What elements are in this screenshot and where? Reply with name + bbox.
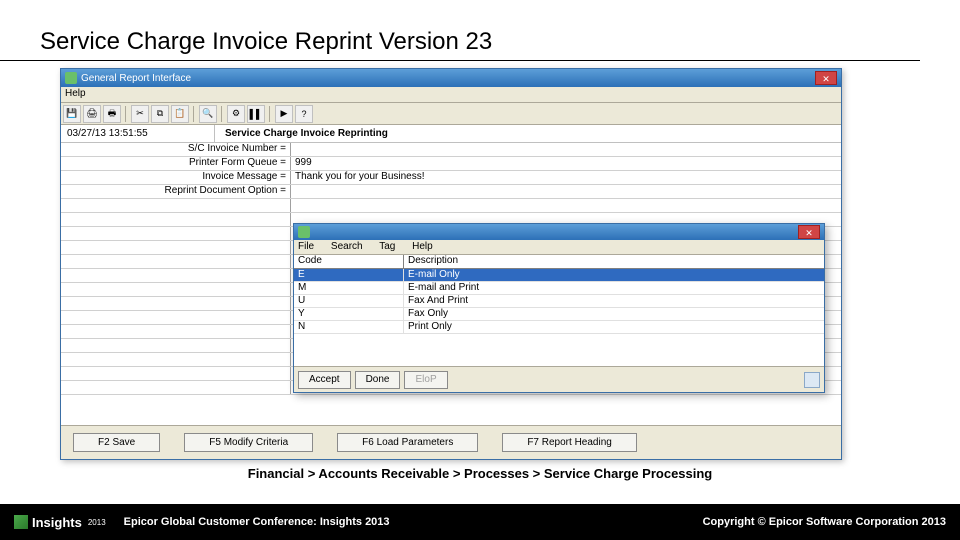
brand-year: 2013: [88, 518, 106, 527]
elop-button: EloP: [404, 371, 447, 389]
titlebar: General Report Interface ✕: [61, 69, 841, 87]
load-parameters-button[interactable]: F6 Load Parameters: [337, 433, 478, 452]
popup-menu-tag[interactable]: Tag: [379, 241, 395, 252]
form-row: S/C Invoice Number =: [61, 143, 841, 157]
cell-code: U: [294, 295, 404, 307]
separator: [125, 106, 127, 122]
info-row: 03/27/13 13:51:55 Service Charge Invoice…: [61, 125, 841, 143]
find-icon[interactable]: 🔍: [199, 105, 217, 123]
form-row: Printer Form Queue =999: [61, 157, 841, 171]
breadcrumb: Financial > Accounts Receivable > Proces…: [0, 466, 960, 481]
menu-help[interactable]: Help: [65, 88, 86, 99]
modify-criteria-button[interactable]: F5 Modify Criteria: [184, 433, 313, 452]
table-row[interactable]: NPrint Only: [294, 321, 824, 334]
table-row[interactable]: UFax And Print: [294, 295, 824, 308]
printer2-icon[interactable]: 🖶: [103, 105, 121, 123]
menubar: Help: [61, 87, 841, 103]
report-name: Service Charge Invoice Reprinting: [215, 128, 388, 139]
form-value[interactable]: 999: [291, 157, 841, 170]
timestamp: 03/27/13 13:51:55: [65, 125, 215, 142]
logo-icon: [14, 515, 28, 529]
form-label: Invoice Message =: [61, 171, 291, 184]
table-row[interactable]: EE-mail Only: [294, 269, 824, 282]
cell-description: Fax Only: [404, 308, 824, 320]
window-title: General Report Interface: [81, 73, 815, 84]
form-label: Printer Form Queue =: [61, 157, 291, 170]
save-button[interactable]: F2 Save: [73, 433, 160, 452]
done-button[interactable]: Done: [355, 371, 401, 389]
form-row: Reprint Document Option =: [61, 185, 841, 199]
brand-logo: Insights 2013: [14, 515, 106, 530]
popup-app-icon: [298, 226, 310, 238]
help-icon[interactable]: ?: [295, 105, 313, 123]
form-value[interactable]: [291, 185, 841, 198]
separator: [269, 106, 271, 122]
conference-text: Epicor Global Customer Conference: Insig…: [124, 516, 390, 528]
print-icon[interactable]: 🖨: [83, 105, 101, 123]
form-label: S/C Invoice Number =: [61, 143, 291, 156]
popup-menu-file[interactable]: File: [298, 241, 314, 252]
header-description: Description: [404, 255, 824, 268]
accept-button[interactable]: Accept: [298, 371, 351, 389]
popup-menubar: File Search Tag Help: [294, 240, 824, 255]
popup-titlebar: ✕: [294, 224, 824, 240]
toolbar: 💾 🖨 🖶 ✂ ⧉ 📋 🔍 ⚙ ▌▌ ▶ ?: [61, 103, 841, 125]
copy-icon[interactable]: ⧉: [151, 105, 169, 123]
report-heading-button[interactable]: F7 Report Heading: [502, 433, 637, 452]
popup-menu-search[interactable]: Search: [331, 241, 363, 252]
brand-name: Insights: [32, 515, 82, 530]
separator: [193, 106, 195, 122]
form-value[interactable]: [291, 143, 841, 156]
close-icon[interactable]: ✕: [815, 71, 837, 85]
cell-code: N: [294, 321, 404, 333]
slide-title: Service Charge Invoice Reprint Version 2…: [0, 0, 920, 61]
table-row[interactable]: YFax Only: [294, 308, 824, 321]
app-icon: [65, 72, 77, 84]
cell-code: E: [294, 269, 404, 281]
cell-description: E-mail and Print: [404, 282, 824, 294]
form-area: S/C Invoice Number =Printer Form Queue =…: [61, 143, 841, 439]
slide-footer: Insights 2013 Epicor Global Customer Con…: [0, 504, 960, 540]
cell-code: M: [294, 282, 404, 294]
paste-icon[interactable]: 📋: [171, 105, 189, 123]
bottom-button-bar: F2 Save F5 Modify Criteria F6 Load Param…: [61, 425, 841, 459]
separator: [221, 106, 223, 122]
cell-description: Fax And Print: [404, 295, 824, 307]
cut-icon[interactable]: ✂: [131, 105, 149, 123]
form-row: Invoice Message =Thank you for your Busi…: [61, 171, 841, 185]
cell-description: E-mail Only: [404, 269, 824, 281]
form-value[interactable]: Thank you for your Business!: [291, 171, 841, 184]
lookup-table: Code Description EE-mail OnlyME-mail and…: [294, 255, 824, 334]
popup-menu-help[interactable]: Help: [412, 241, 433, 252]
popup-close-icon[interactable]: ✕: [798, 225, 820, 239]
app-window: General Report Interface ✕ Help 💾 🖨 🖶 ✂ …: [60, 68, 842, 460]
table-header: Code Description: [294, 255, 824, 269]
cell-code: Y: [294, 308, 404, 320]
run-icon[interactable]: ▶: [275, 105, 293, 123]
disk-icon[interactable]: 💾: [63, 105, 81, 123]
stop-icon[interactable]: ▌▌: [247, 105, 265, 123]
gear-icon[interactable]: ⚙: [227, 105, 245, 123]
table-row[interactable]: ME-mail and Print: [294, 282, 824, 295]
form-row-empty: [61, 199, 841, 213]
copyright-text: Copyright © Epicor Software Corporation …: [703, 516, 946, 528]
header-code: Code: [294, 255, 404, 268]
popup-footer: AcceptDoneEloP: [294, 366, 824, 392]
form-label: Reprint Document Option =: [61, 185, 291, 198]
popup-footer-icon[interactable]: [804, 372, 820, 388]
cell-description: Print Only: [404, 321, 824, 333]
lookup-popup: ✕ File Search Tag Help Code Description …: [293, 223, 825, 393]
